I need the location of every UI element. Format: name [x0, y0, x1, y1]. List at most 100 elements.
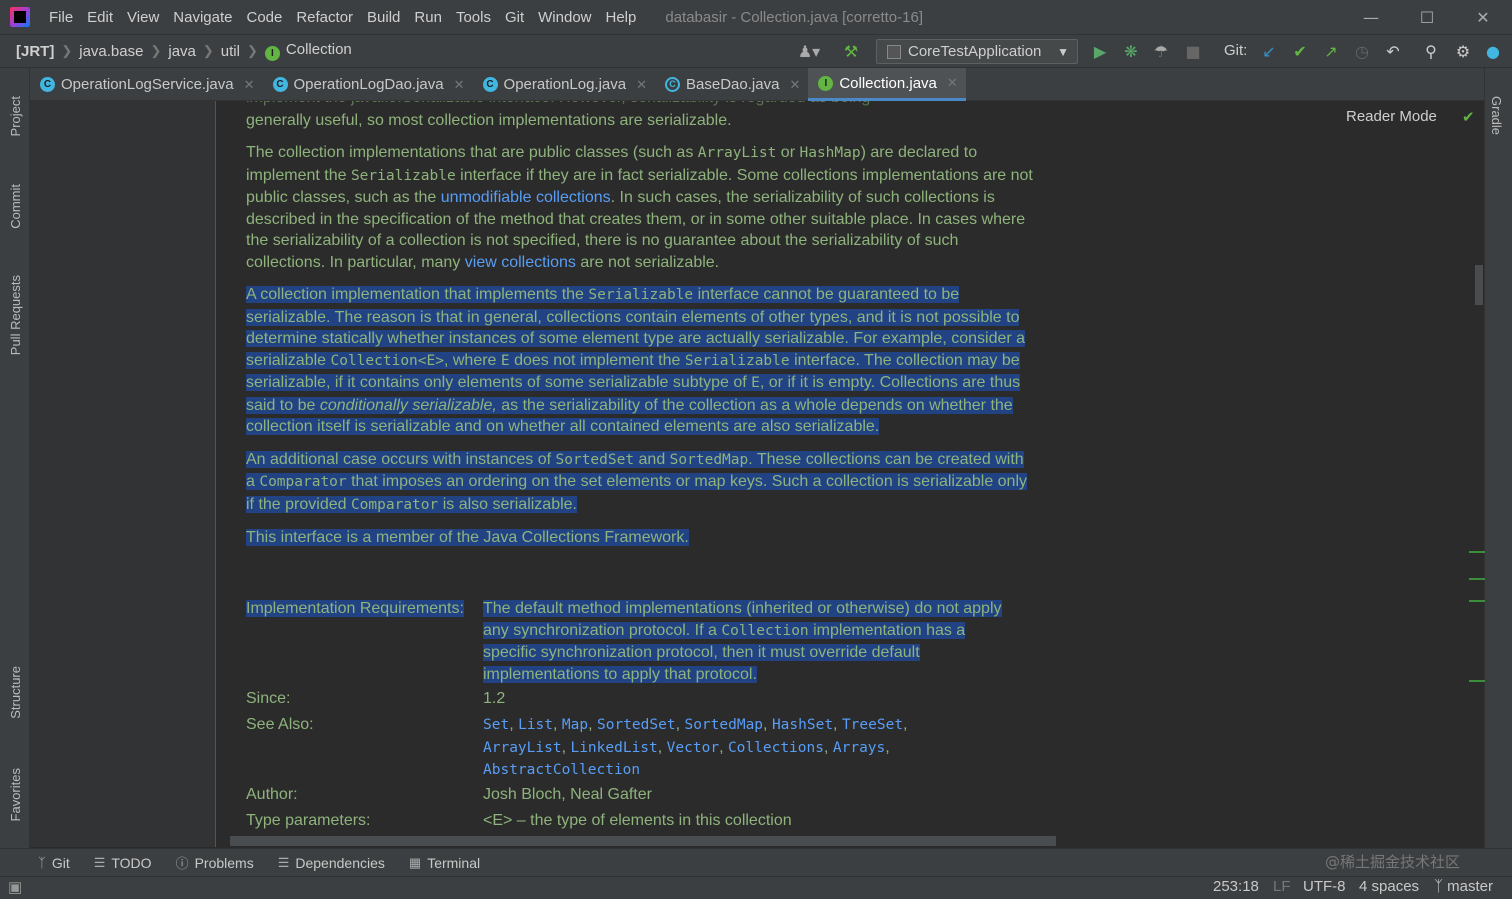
editor-area[interactable]: implement the java.io.Serializable inter… [217, 101, 1484, 847]
link-unmodifiable-collections[interactable]: unmodifiable collections [441, 189, 611, 206]
breadcrumb-module[interactable]: java.base [75, 43, 147, 60]
tab-basedao[interactable]: C BaseDao.java ✕ [655, 68, 808, 101]
indent-setting[interactable]: 4 spaces [1359, 878, 1419, 895]
right-tool-window-strip: Gradle [1484, 68, 1512, 848]
tag-key: Since: [246, 690, 291, 707]
see-also-link[interactable]: Vector [667, 740, 719, 756]
toggle-tool-windows-icon[interactable]: ▣ [8, 878, 22, 896]
menu-file[interactable]: File [42, 9, 80, 26]
menu-view[interactable]: View [120, 9, 166, 26]
horizontal-scrollbar-thumb[interactable] [230, 836, 1056, 846]
breadcrumb-package-util[interactable]: util [217, 43, 244, 60]
menu-window[interactable]: Window [531, 9, 598, 26]
tab-operationlogdao[interactable]: C OperationLogDao.java ✕ [263, 68, 473, 101]
menu-run[interactable]: Run [407, 9, 449, 26]
reader-mode-toggle[interactable]: Reader Mode [1346, 108, 1437, 125]
see-also-link[interactable]: AbstractCollection [483, 762, 640, 778]
see-also-link[interactable]: LinkedList [570, 740, 657, 756]
tool-pull-requests[interactable]: Pull Requests [0, 260, 30, 370]
chevron-right-icon: ❯ [150, 43, 162, 58]
build-hammer-icon[interactable]: ⚒ [840, 40, 862, 62]
git-update-icon[interactable]: ↙ [1258, 40, 1280, 62]
menu-tools[interactable]: Tools [449, 9, 498, 26]
breadcrumb-package-java[interactable]: java [164, 43, 200, 60]
see-also-link[interactable]: Map [562, 717, 588, 733]
maximize-button[interactable]: ☐ [1404, 0, 1450, 34]
navigation-bar: [JRT] ❯ java.base ❯ java ❯ util ❯ I Colle… [0, 34, 1512, 68]
chevron-right-icon: ❯ [202, 43, 214, 58]
tool-dependencies[interactable]: ☰ Dependencies [278, 855, 385, 871]
close-tab-icon[interactable]: ✕ [636, 77, 647, 93]
close-tab-icon[interactable]: ✕ [244, 77, 255, 93]
stop-icon[interactable]: ■ [1182, 40, 1204, 62]
intellij-logo-icon [10, 7, 30, 27]
inspection-ok-check-icon[interactable]: ✔ [1462, 108, 1475, 126]
change-marker[interactable] [1469, 680, 1485, 682]
tool-structure[interactable]: Structure [0, 650, 30, 734]
git-push-icon[interactable]: ↗ [1320, 40, 1342, 62]
left-tool-window-strip: Project Commit Pull Requests Structure F… [0, 68, 30, 848]
layers-icon: ☰ [277, 854, 290, 870]
tool-problems[interactable]: ⓘ Problems [176, 853, 254, 872]
breadcrumb-root[interactable]: [JRT] [0, 43, 58, 60]
vertical-scrollbar-thumb[interactable] [1475, 265, 1483, 305]
change-marker[interactable] [1469, 600, 1485, 602]
see-also-link[interactable]: Set [483, 717, 509, 733]
see-also-link[interactable]: Arrays [833, 740, 885, 756]
close-tab-icon[interactable]: ✕ [789, 77, 800, 93]
git-branch-label: master [1447, 878, 1494, 895]
see-also-link[interactable]: SortedSet [597, 717, 676, 733]
coverage-icon[interactable]: ☂ [1150, 40, 1172, 62]
close-window-button[interactable]: ✕ [1460, 0, 1506, 34]
change-marker[interactable] [1469, 578, 1485, 580]
menu-navigate[interactable]: Navigate [166, 9, 239, 26]
tool-todo[interactable]: ☰ TODO [94, 855, 152, 871]
see-also-link[interactable]: Collections [728, 740, 824, 756]
change-marker[interactable] [1469, 551, 1485, 553]
debug-bug-icon[interactable]: ❋ [1120, 40, 1142, 62]
tool-git[interactable]: ᛉ Git [38, 855, 70, 871]
close-tab-icon[interactable]: ✕ [454, 77, 465, 93]
git-commit-check-icon[interactable]: ✔ [1289, 40, 1311, 62]
run-configuration-label: CoreTestApplication [908, 43, 1042, 60]
run-configuration-select[interactable]: CoreTestApplication ▼ [876, 39, 1078, 64]
file-encoding[interactable]: UTF-8 [1303, 878, 1346, 895]
git-branch[interactable]: ᛉ master [1434, 878, 1493, 895]
code-with-me-icon[interactable]: ● [1482, 40, 1504, 62]
tool-favorites[interactable]: Favorites [0, 752, 30, 838]
menu-git[interactable]: Git [498, 9, 531, 26]
close-tab-icon[interactable]: ✕ [947, 75, 958, 91]
git-label: Git: [1224, 42, 1248, 59]
menu-edit[interactable]: Edit [80, 9, 120, 26]
settings-gear-icon[interactable]: ⚙ [1452, 40, 1474, 62]
javadoc-paragraph-3-selected: An additional case occurs with instances… [246, 450, 1028, 513]
tool-commit[interactable]: Commit [0, 166, 30, 246]
tab-operationlog[interactable]: C OperationLog.java ✕ [473, 68, 656, 101]
rollback-undo-icon[interactable]: ↶ [1382, 40, 1404, 62]
minimize-button[interactable]: — [1348, 0, 1394, 34]
menu-code[interactable]: Code [239, 9, 289, 26]
see-also-link[interactable]: List [518, 717, 553, 733]
breadcrumb-file[interactable]: I Collection [261, 41, 356, 61]
line-separator[interactable]: LF [1273, 878, 1291, 895]
menu-build[interactable]: Build [360, 9, 407, 26]
menu-help[interactable]: Help [599, 9, 644, 26]
bottom-tool-bar: ᛉ Git ☰ TODO ⓘ Problems ☰ Dependencies ▦ Term… [0, 848, 1512, 876]
link-view-collections[interactable]: view collections [465, 254, 576, 271]
history-clock-icon[interactable]: ◷ [1351, 40, 1373, 62]
caret-position[interactable]: 253:18 [1213, 878, 1259, 895]
tool-gradle-label[interactable]: Gradle [1489, 96, 1504, 135]
run-icon[interactable]: ▶ [1089, 40, 1111, 62]
search-icon[interactable]: ⚲ [1420, 40, 1442, 62]
tab-operationlogservice[interactable]: C OperationLogService.java ✕ [30, 68, 263, 101]
user-dropdown-icon[interactable]: ♟▾ [794, 40, 824, 62]
see-also-link[interactable]: SortedMap [684, 717, 763, 733]
see-also-link[interactable]: HashSet [772, 717, 833, 733]
tab-collection[interactable]: I Collection.java ✕ [808, 68, 966, 101]
see-also-link[interactable]: ArrayList [483, 740, 562, 756]
menu-refactor[interactable]: Refactor [289, 9, 360, 26]
branch-icon: ᛉ [1434, 878, 1448, 895]
see-also-link[interactable]: TreeSet [842, 717, 903, 733]
tool-terminal[interactable]: ▦ Terminal [409, 855, 480, 871]
tool-project[interactable]: Project [0, 76, 30, 156]
